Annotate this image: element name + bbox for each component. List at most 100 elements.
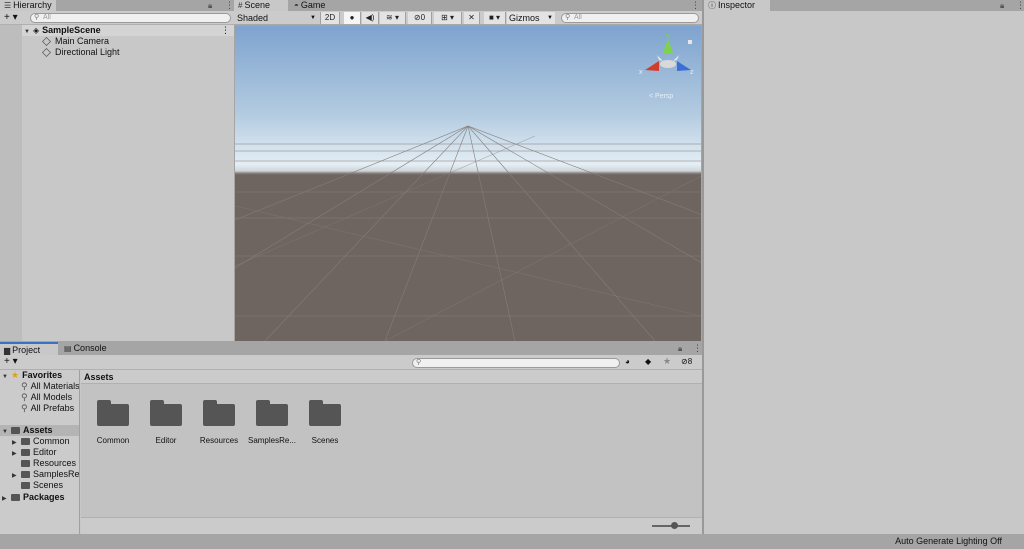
lightbulb-icon: ● (349, 13, 355, 22)
expand-arrow-icon[interactable]: ▼ (2, 427, 11, 438)
asset-folder-tile[interactable]: Scenes (298, 398, 352, 448)
expand-arrow-icon[interactable]: ▶ (2, 494, 11, 505)
gizmos-dropdown[interactable]: Gizmos ▼ (507, 12, 555, 24)
add-asset-button[interactable]: + ▾ (4, 356, 18, 367)
search-icon: ⚲ (416, 359, 422, 366)
console-tab[interactable]: ▤ Console (60, 342, 111, 355)
asset-folder-item[interactable]: ▶SamplesResources (12, 469, 79, 482)
visibility-toggle[interactable]: ⊘0 (408, 12, 432, 24)
axis-label-x: x (639, 69, 643, 76)
lock-icon[interactable]: 🔒︎ (678, 344, 682, 354)
folder-icon (97, 400, 129, 426)
slider-handle[interactable] (671, 522, 678, 529)
hierarchy-left-gutter (0, 25, 22, 341)
star-icon: ★ (11, 370, 20, 380)
inspector-tab[interactable]: ⓘ Inspector (704, 0, 770, 11)
projection-mode-label[interactable]: < Persp (649, 93, 673, 100)
asset-folder-item[interactable]: Resources (21, 458, 76, 469)
expand-arrow-icon[interactable]: ▶ (12, 471, 21, 482)
folder-icon (150, 400, 182, 426)
asset-folder-tile[interactable]: Common (86, 398, 140, 448)
asset-folder-item[interactable]: ▶ Editor (12, 447, 57, 458)
info-icon: ⓘ (708, 1, 716, 10)
panel-menu-icon[interactable]: ⋮ (693, 343, 702, 354)
lighting-status-text[interactable]: Auto Generate Lighting Off (895, 536, 1002, 546)
scene-tab[interactable]: # Scene (234, 0, 288, 11)
hierarchy-search-input[interactable]: ⚲ All (30, 13, 231, 23)
search-icon: ⚲ (34, 14, 40, 21)
tools-button[interactable]: ✕ (464, 12, 480, 24)
scene-menu-icon[interactable]: ⋮ (221, 25, 230, 36)
favorite-item[interactable]: ⚲ All Materials (21, 381, 79, 392)
favorite-item[interactable]: ⚲ All Prefabs (21, 403, 74, 414)
orientation-gizmo[interactable]: y x z (637, 30, 697, 94)
inspector-panel: ⓘ Inspector 🔒︎ ⋮ (704, 0, 1024, 534)
asset-folder-tile[interactable]: Resources (192, 398, 246, 448)
favorites-header[interactable]: ▼ ★ Favorites (2, 370, 62, 381)
unity-scene-icon: ◈ (33, 26, 40, 35)
asset-folder-tile[interactable]: Editor (139, 398, 193, 448)
scene-root-row[interactable]: ▼ ◈ SampleScene ⋮ (0, 25, 234, 36)
gamepad-icon: ◓ (294, 1, 299, 10)
grid-snap-dropdown[interactable]: ⊞ ▾ (434, 12, 462, 24)
favorite-star-icon[interactable]: ★ (663, 356, 671, 367)
console-icon: ▤ (64, 344, 72, 353)
favorite-item[interactable]: ⚲ All Models (21, 392, 72, 403)
expand-arrow-icon[interactable]: ▼ (2, 372, 11, 383)
asset-folder-item[interactable]: Scenes (21, 480, 63, 491)
project-tab[interactable]: ▆ Project (0, 342, 58, 355)
lighting-toggle[interactable]: ● (344, 12, 361, 24)
hierarchy-tab[interactable]: ☰ Hierarchy (0, 0, 56, 11)
folder-icon (203, 400, 235, 426)
search-icon: ⚲ (21, 403, 28, 413)
expand-arrow-icon[interactable]: ▼ (24, 27, 33, 38)
folder-icon (21, 482, 30, 489)
toggle-2d-button[interactable]: 2D (320, 12, 340, 24)
hierarchy-item[interactable]: Directional Light (42, 47, 120, 58)
panel-menu-icon[interactable]: ⋮ (691, 0, 700, 11)
packages-header[interactable]: ▶ Packages (2, 492, 65, 503)
audio-toggle[interactable]: ◀) (362, 12, 379, 24)
speaker-icon: ◀) (365, 13, 375, 22)
folder-icon (21, 460, 30, 467)
lock-icon[interactable]: 🔒︎ (208, 1, 212, 11)
eye-slash-icon: ⊘ (413, 13, 421, 22)
gameobject-cube-icon (42, 37, 51, 46)
axis-label-z: z (690, 69, 694, 76)
lock-icon[interactable]: 🔒︎ (1000, 1, 1004, 11)
hidden-packages-toggle[interactable]: ⊘8 (681, 357, 692, 366)
asset-folder-tile[interactable]: SamplesRe... (245, 398, 299, 448)
search-by-type-icon[interactable]: ◕ (625, 357, 630, 366)
panel-menu-icon[interactable]: ⋮ (225, 0, 234, 11)
camera-dropdown[interactable]: ■ ▾ (484, 12, 506, 24)
scene-search-input[interactable]: ⚲ All (561, 13, 699, 23)
breadcrumb-assets[interactable]: Assets (84, 372, 114, 382)
scene-panel: # Scene ◓ Game ⋮ Shaded ▼ 2D ● ◀) ≋ ▾ ⊘0 ⊞ … (234, 0, 702, 341)
search-by-label-icon[interactable]: ◆ (645, 357, 651, 366)
project-search-input[interactable]: ⚲ (412, 358, 620, 368)
search-icon: ⚲ (565, 14, 571, 21)
folder-icon (11, 494, 20, 501)
asset-folder-item[interactable]: ▶ Common (12, 436, 70, 447)
status-bar: Auto Generate Lighting Off (0, 534, 1024, 549)
chevron-down-icon: ▼ (547, 15, 553, 21)
game-tab[interactable]: ◓ Game (290, 0, 329, 11)
axis-x-cone-icon (645, 61, 659, 71)
wrench-icon: ✕ (468, 13, 475, 22)
folder-icon (309, 400, 341, 426)
folder-icon (21, 438, 30, 445)
project-footer (81, 517, 702, 534)
scene-viewport[interactable]: y x z < Persp (235, 26, 701, 341)
add-button[interactable]: + ▾ (4, 12, 18, 23)
effects-dropdown[interactable]: ≋ ▾ (380, 12, 406, 24)
chevron-down-icon: ▼ (310, 15, 316, 21)
icon-size-slider[interactable] (652, 522, 690, 529)
assets-header[interactable]: ▼ Assets (0, 425, 79, 438)
hierarchy-panel: ☰ Hierarchy 🔒︎ ⋮ + ▾ ⚲ All ▼ ◈ SampleScene ⋮… (0, 0, 234, 341)
hierarchy-item[interactable]: Main Camera (42, 36, 109, 47)
panel-menu-icon[interactable]: ⋮ (1016, 0, 1024, 11)
expand-arrow-icon[interactable]: ▶ (12, 449, 21, 460)
ground-grid (235, 125, 701, 341)
project-content: Assets Common Editor Resources SamplesRe… (81, 370, 702, 534)
shading-mode-dropdown[interactable]: Shaded ▼ (234, 12, 318, 24)
